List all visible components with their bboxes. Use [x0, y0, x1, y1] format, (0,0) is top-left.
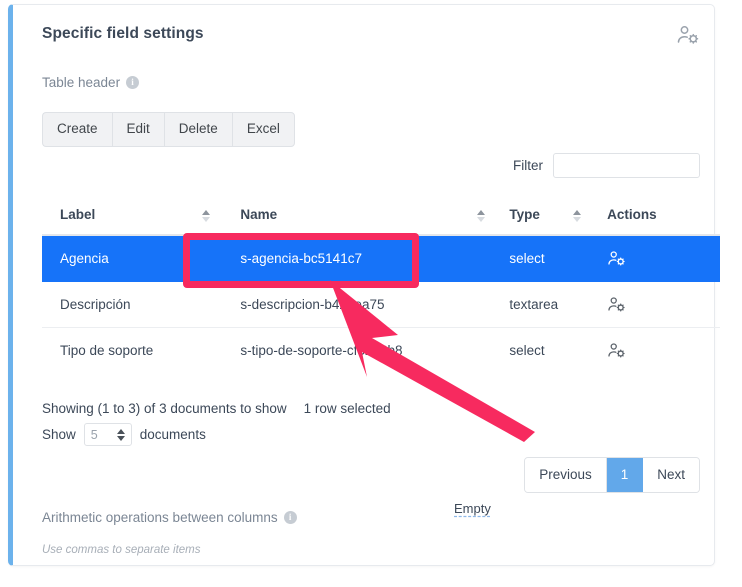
info-icon[interactable]: i: [126, 76, 139, 89]
sort-icon-name[interactable]: [477, 210, 485, 222]
cell-name: s-descripcion-b421ea75: [224, 282, 499, 328]
cell-type: textarea: [499, 282, 595, 328]
cell-name: s-tipo-de-soporte-cf3226b8: [224, 328, 499, 374]
table-head: Label Name Type Actions: [42, 197, 720, 235]
column-header-actions: Actions: [595, 197, 720, 235]
sort-icon-type[interactable]: [573, 210, 581, 222]
table-row[interactable]: Tipo de soporte s-tipo-de-soporte-cf3226…: [42, 328, 720, 374]
page-title: Specific field settings: [42, 25, 204, 43]
cell-type: select: [499, 328, 595, 374]
arithmetic-label-text: Arithmetic operations between columns: [42, 510, 278, 525]
excel-button[interactable]: Excel: [232, 112, 295, 147]
pagination-previous-button[interactable]: Previous: [525, 458, 607, 492]
filter-input[interactable]: [553, 153, 700, 178]
column-header-name[interactable]: Name: [224, 197, 499, 235]
info-icon[interactable]: i: [284, 511, 297, 524]
pagination-next-button[interactable]: Next: [643, 458, 699, 492]
show-prefix-label: Show: [42, 427, 76, 442]
user-gear-icon[interactable]: [607, 341, 626, 360]
delete-button[interactable]: Delete: [164, 112, 232, 147]
table-info: Showing (1 to 3) of 3 documents to show …: [42, 401, 391, 416]
edit-button[interactable]: Edit: [112, 112, 164, 147]
column-header-label[interactable]: Label: [42, 197, 224, 235]
column-header-type[interactable]: Type: [499, 197, 595, 235]
pagination-page-1-button[interactable]: 1: [607, 458, 644, 492]
sort-icon-label[interactable]: [202, 210, 210, 222]
show-suffix-label: documents: [140, 427, 206, 442]
column-header-name-text: Name: [240, 207, 277, 222]
user-gear-icon[interactable]: [676, 23, 700, 47]
table-row[interactable]: Agencia s-agencia-bc5141c7 select: [42, 235, 720, 282]
column-header-actions-text: Actions: [607, 207, 657, 222]
cell-name: s-agencia-bc5141c7: [224, 235, 499, 282]
pagination: Previous 1 Next: [524, 457, 700, 493]
cell-label: Tipo de soporte: [42, 328, 224, 374]
table-header-label-text: Table header: [42, 75, 120, 90]
arithmetic-hint-text: Use commas to separate items: [42, 544, 201, 556]
selection-text: 1 row selected: [304, 401, 391, 416]
cell-actions: [595, 235, 720, 282]
cell-label: Descripción: [42, 282, 224, 328]
arithmetic-value-tag[interactable]: Empty: [454, 501, 491, 516]
table-header-row: Label Name Type Actions: [42, 197, 720, 235]
column-header-type-text: Type: [509, 207, 540, 222]
cell-actions: [595, 328, 720, 374]
page-size-select[interactable]: 5: [84, 423, 132, 446]
column-header-label-text: Label: [60, 207, 95, 222]
table-body: Agencia s-agencia-bc5141c7 select: [42, 235, 720, 373]
cell-type: select: [499, 235, 595, 282]
screenshot-root: Specific field settings Table header i C…: [0, 0, 742, 587]
fields-table: Label Name Type Actions: [42, 197, 720, 373]
filter-label: Filter: [513, 158, 543, 173]
stepper-icon[interactable]: [117, 429, 125, 441]
fields-table-element: Label Name Type Actions: [42, 197, 720, 373]
filter-control: Filter: [513, 153, 700, 178]
specific-field-settings-card: Specific field settings Table header i C…: [8, 4, 715, 566]
arithmetic-operations-field-label: Arithmetic operations between columns i: [42, 510, 297, 525]
user-gear-icon[interactable]: [607, 295, 626, 314]
page-size-value: 5: [91, 428, 98, 442]
create-button[interactable]: Create: [42, 112, 112, 147]
table-header-field-label: Table header i: [42, 75, 139, 90]
cell-actions: [595, 282, 720, 328]
user-gear-icon[interactable]: [607, 249, 626, 268]
table-toolbar: Create Edit Delete Excel: [42, 112, 295, 147]
showing-text: Showing (1 to 3) of 3 documents to show: [42, 401, 287, 416]
cell-label: Agencia: [42, 235, 224, 282]
page-size-control: Show 5 documents: [42, 423, 206, 446]
table-row[interactable]: Descripción s-descripcion-b421ea75 texta…: [42, 282, 720, 328]
